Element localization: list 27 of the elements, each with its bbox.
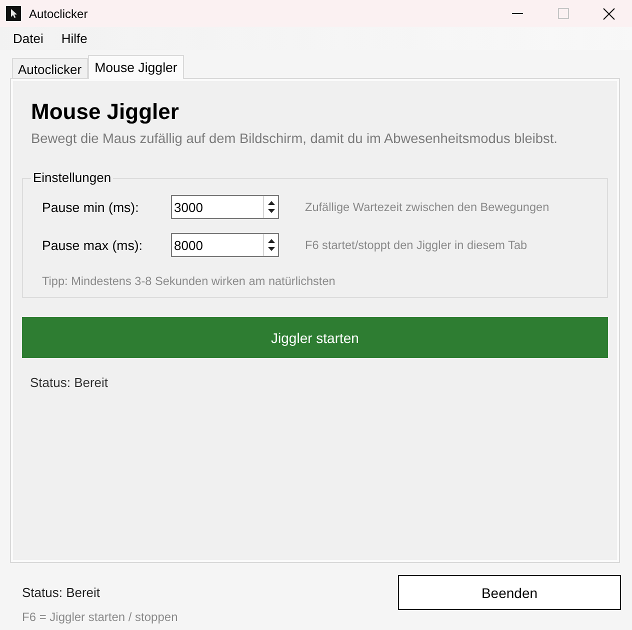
cursor-icon [6, 6, 21, 21]
status-text: Status: Bereit [30, 374, 108, 392]
caret-down-icon[interactable] [268, 247, 274, 251]
start-button[interactable]: Jiggler starten [22, 317, 608, 358]
window-title: Autoclicker [29, 6, 88, 20]
caret-up-icon[interactable] [268, 201, 274, 205]
page-description: Bewegt die Maus zufällig auf dem Bildschirm, damit du im Abwesenheitsmodus bleibst. [31, 130, 558, 148]
field-hint: F6 startet/stoppt den Jiggler in diesem Tab [305, 238, 528, 252]
field-label: Pause max (ms): [42, 238, 142, 252]
caret-down-icon[interactable] [268, 209, 274, 213]
field-label: Pause min (ms): [42, 200, 139, 214]
status-text: Status: Bereit [22, 584, 100, 602]
tip-text: Tipp: Mindestens 3-8 Sekunden wirken am natürlichsten [42, 273, 336, 289]
caret-up-icon[interactable] [268, 239, 274, 243]
menu-item[interactable]: Datei [4, 28, 52, 48]
minimize-icon[interactable] [512, 13, 522, 14]
field-hint: Zufällige Wartezeit zwischen den Bewegungen [305, 200, 550, 214]
tab[interactable]: Mouse Jiggler [88, 55, 184, 79]
tab[interactable]: Autoclicker [12, 58, 88, 78]
menu-item[interactable]: Hilfe [52, 28, 96, 48]
page-heading: Mouse Jiggler [31, 99, 179, 125]
shortcut-hint: F6 = Jiggler starten / stoppen [22, 609, 178, 625]
number-field[interactable]: 3000 [171, 195, 279, 219]
quit-button[interactable]: Beenden [398, 575, 621, 610]
number-field[interactable]: 8000 [171, 233, 279, 257]
group-title: Einstellungen [32, 169, 112, 187]
close-icon[interactable] [603, 8, 615, 20]
